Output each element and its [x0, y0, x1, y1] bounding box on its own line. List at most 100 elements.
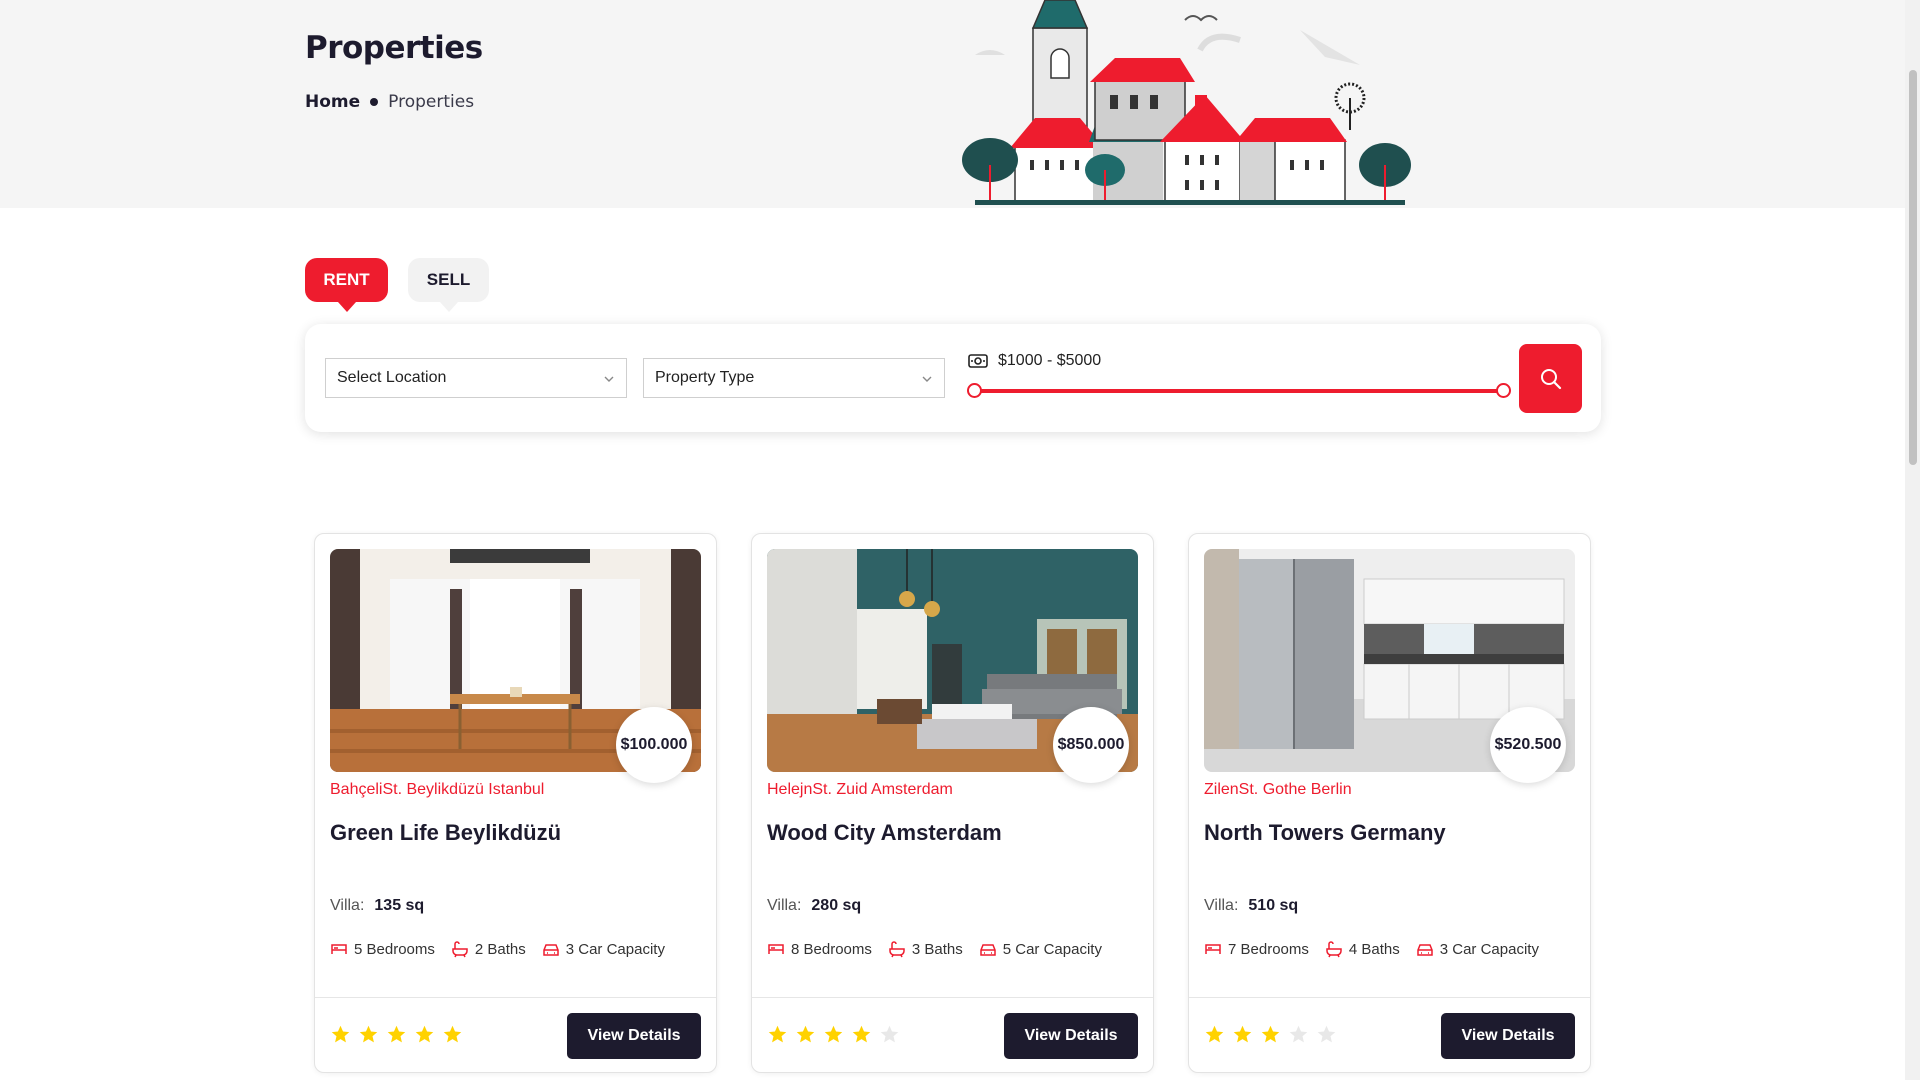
bedrooms-feature: 7 Bedrooms [1204, 940, 1309, 958]
price-range-text: $1000 - $5000 [998, 352, 1102, 369]
view-details-button[interactable]: View Details [567, 1013, 701, 1059]
breadcrumb-home-link[interactable]: Home [305, 92, 360, 112]
star-filled-icon [824, 1025, 843, 1043]
chevron-down-icon [604, 376, 614, 382]
page-title: Properties [305, 30, 483, 66]
property-size: Villa: 280 sq [767, 897, 861, 915]
breadcrumb: Home Properties [305, 92, 474, 112]
bedrooms-count: 7 Bedrooms [1228, 940, 1309, 958]
property-type-label: Villa: [330, 897, 365, 914]
star-filled-icon [1233, 1025, 1252, 1043]
property-size-value: 135 sq [374, 897, 425, 914]
property-size-value: 510 sq [1248, 897, 1299, 914]
scrollbar-thumb[interactable] [1909, 70, 1917, 465]
baths-count: 2 Baths [474, 940, 526, 958]
page-scrollbar[interactable] [1905, 0, 1920, 1080]
property-location: BahçeliSt. Beylikdüzü Istanbul [330, 781, 545, 798]
page-header: Properties Home Properties [0, 0, 1905, 208]
star-filled-icon [796, 1025, 815, 1043]
property-type-label: Villa: [767, 897, 802, 914]
star-filled-icon [852, 1025, 871, 1043]
property-size: Villa: 135 sq [330, 897, 424, 915]
chevron-down-icon [922, 376, 932, 382]
car-capacity: 3 Car Capacity [565, 940, 665, 958]
bed-icon [331, 944, 347, 954]
star-filled-icon [331, 1025, 350, 1043]
view-details-button[interactable]: View Details [1004, 1013, 1138, 1059]
property-size-value: 280 sq [811, 897, 862, 914]
town-illustration [962, 0, 1411, 205]
baths-feature: 3 Baths [888, 940, 963, 958]
tab-rent[interactable]: RENT [305, 258, 388, 302]
price-range-label: $1000 - $5000 [968, 352, 1101, 370]
price-badge: $520.500 [1490, 707, 1566, 783]
price-slider-min-handle[interactable] [967, 383, 982, 398]
car-feature: 3 Car Capacity [542, 940, 665, 958]
property-type-select-label: Property Type [655, 369, 755, 386]
car-capacity: 3 Car Capacity [1439, 940, 1539, 958]
car-capacity: 5 Car Capacity [1002, 940, 1102, 958]
star-empty-icon [1289, 1025, 1308, 1043]
property-title[interactable]: North Towers Germany [1204, 820, 1446, 846]
car-feature: 5 Car Capacity [979, 940, 1102, 958]
rating-stars [1204, 1024, 1337, 1045]
property-card: $850.000 HelejnSt. Zuid Amsterdam Wood C… [751, 533, 1154, 1073]
property-card: $100.000 BahçeliSt. Beylikdüzü Istanbul … [314, 533, 717, 1073]
property-title[interactable]: Wood City Amsterdam [767, 820, 1002, 846]
star-empty-icon [1317, 1025, 1336, 1043]
property-location: HelejnSt. Zuid Amsterdam [767, 781, 953, 798]
bed-icon [768, 944, 784, 954]
price-badge: $100.000 [616, 707, 692, 783]
car-icon [1417, 944, 1433, 956]
price-badge: $850.000 [1053, 707, 1129, 783]
property-features: 7 Bedrooms 4 Baths 3 Car Capacity [1204, 940, 1539, 958]
property-size: Villa: 510 sq [1204, 897, 1298, 915]
car-icon [543, 944, 559, 956]
car-feature: 3 Car Capacity [1416, 940, 1539, 958]
bathtub-icon [1326, 941, 1342, 958]
location-select[interactable]: Select Location [325, 358, 627, 398]
property-card: $520.500 ZilenSt. Gothe Berlin North Tow… [1188, 533, 1591, 1073]
property-features: 5 Bedrooms 2 Baths 3 Car Capacity [330, 940, 665, 958]
view-details-button[interactable]: View Details [1441, 1013, 1575, 1059]
car-icon [980, 944, 996, 956]
card-divider [1189, 997, 1590, 998]
star-filled-icon [387, 1025, 406, 1043]
breadcrumb-current: Properties [388, 92, 475, 112]
baths-count: 4 Baths [1348, 940, 1400, 958]
search-button[interactable] [1519, 344, 1582, 413]
search-icon [1540, 368, 1561, 389]
bedrooms-feature: 8 Bedrooms [767, 940, 872, 958]
bedrooms-feature: 5 Bedrooms [330, 940, 435, 958]
bathtub-icon [889, 941, 905, 958]
page: Properties Home Properties RENT SELL Sel… [0, 0, 1920, 1080]
star-filled-icon [415, 1025, 434, 1043]
rating-stars [767, 1024, 900, 1045]
baths-count: 3 Baths [911, 940, 963, 958]
property-title[interactable]: Green Life Beylikdüzü [330, 820, 561, 846]
bedrooms-count: 8 Bedrooms [791, 940, 872, 958]
bedrooms-count: 5 Bedrooms [354, 940, 435, 958]
card-divider [752, 997, 1153, 998]
property-features: 8 Bedrooms 3 Baths 5 Car Capacity [767, 940, 1102, 958]
star-empty-icon [880, 1025, 899, 1043]
card-divider [315, 997, 716, 998]
property-type-label: Villa: [1204, 897, 1239, 914]
star-filled-icon [359, 1025, 378, 1043]
property-location: ZilenSt. Gothe Berlin [1204, 781, 1352, 798]
bathtub-icon [452, 941, 468, 958]
money-icon [968, 354, 988, 368]
star-filled-icon [1205, 1025, 1224, 1043]
property-type-select[interactable]: Property Type [643, 358, 945, 398]
tab-sell[interactable]: SELL [408, 258, 489, 302]
baths-feature: 2 Baths [451, 940, 526, 958]
breadcrumb-separator [370, 98, 379, 106]
baths-feature: 4 Baths [1325, 940, 1400, 958]
price-slider-track[interactable] [974, 389, 1504, 393]
star-filled-icon [1261, 1025, 1280, 1043]
star-filled-icon [768, 1025, 787, 1043]
bed-icon [1205, 944, 1221, 954]
price-slider-max-handle[interactable] [1496, 383, 1511, 398]
star-filled-icon [443, 1025, 462, 1043]
location-select-label: Select Location [337, 369, 447, 386]
